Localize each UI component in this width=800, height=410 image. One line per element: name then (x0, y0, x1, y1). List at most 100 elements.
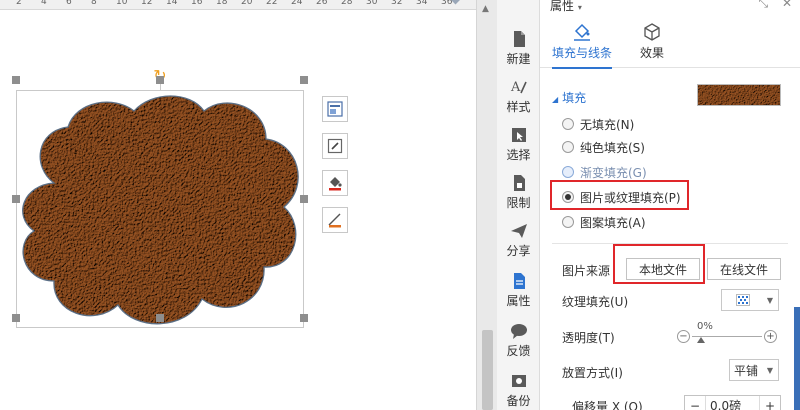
texture-fill-label: 纹理填充(U) (562, 295, 629, 309)
radio-button[interactable] (562, 141, 574, 153)
radio-no-fill[interactable]: 无填充(N) (562, 115, 634, 133)
sidebar-item-style[interactable]: A 样式 (497, 78, 540, 126)
ruler-tick-label: 30 (366, 0, 378, 7)
properties-panel: 属性 ▾ ⤡ ✕ 填充与线条 效果 ◢ 填充 无填充(N) 纯色填充(S) 渐变… (540, 0, 800, 410)
ruler-tick-label: 24 (291, 0, 303, 7)
sidebar-item-share[interactable]: 分享 (497, 222, 540, 270)
ruler-tick-label: 18 (216, 0, 228, 7)
panel-menu-chevron-icon[interactable]: ▾ (578, 3, 582, 12)
slider-knob[interactable] (697, 337, 705, 343)
resize-handle-left[interactable] (12, 195, 20, 203)
ruler-tick-label: 36 (441, 0, 453, 7)
fill-line-icon (574, 23, 590, 41)
resize-handle-bottom-right[interactable] (300, 314, 308, 322)
chevron-down-icon: ▼ (766, 295, 773, 305)
outline-icon[interactable] (322, 207, 348, 233)
backup-icon (511, 375, 526, 387)
share-icon (510, 224, 527, 238)
ruler-tick-label: 20 (241, 0, 253, 7)
close-icon[interactable]: ✕ (782, 0, 792, 10)
ruler-tick-label: 16 (191, 0, 203, 7)
placement-label: 放置方式(I) (562, 366, 623, 380)
horizontal-ruler: 2 4 6 8 10 12 14 16 18 20 22 24 26 28 30 32 34 36 (0, 0, 476, 10)
radio-pattern-fill[interactable]: 图案填充(A) (562, 213, 646, 231)
highlight-box-picture-fill (550, 180, 689, 210)
radio-button[interactable] (562, 166, 574, 178)
shrink-icon[interactable]: ⤡ (759, 0, 769, 10)
sidebar-item-backup[interactable]: 备份 (497, 372, 540, 410)
task-pane-tabs: 新建 A 样式 选择 限制 分享 属性 反馈 备份 (497, 0, 540, 410)
placement-dropdown[interactable]: 平铺 ▼ (729, 359, 779, 381)
sidebar-item-new[interactable]: 新建 (497, 30, 540, 78)
ruler-tick-label: 34 (416, 0, 428, 7)
opacity-decrease-icon[interactable]: − (677, 330, 690, 343)
online-file-button[interactable]: 在线文件 (707, 258, 781, 280)
texture-fill-dropdown[interactable]: ▼ (721, 289, 779, 311)
property-tabs: 填充与线条 效果 (540, 18, 800, 69)
fill-preview-swatch (697, 84, 781, 106)
vertical-scrollbar[interactable]: ▲ (476, 0, 497, 410)
resize-handle-top-right[interactable] (300, 76, 308, 84)
sidebar-item-select[interactable]: 选择 (497, 126, 540, 174)
radio-solid-fill[interactable]: 纯色填充(S) (562, 138, 645, 156)
resize-handle-bottom-left[interactable] (12, 314, 20, 322)
offset-x-label: 偏移量 X (O) (572, 400, 643, 410)
new-file-icon (513, 31, 525, 47)
edit-shape-icon[interactable] (322, 133, 348, 159)
ruler-tick-label: 26 (316, 0, 328, 7)
fill-bucket-icon[interactable] (322, 170, 348, 196)
ruler-tick-label: 8 (91, 0, 97, 7)
fill-section-header[interactable]: ◢ 填充 (552, 89, 586, 106)
effect-cube-icon (644, 23, 660, 41)
panel-controls: ⤡ ✕ (759, 0, 793, 11)
scroll-up-icon[interactable]: ▲ (482, 4, 489, 14)
sidebar-item-properties[interactable]: 属性 (497, 272, 540, 320)
ruler-tick-label: 28 (341, 0, 353, 7)
resize-handle-bottom[interactable] (156, 314, 164, 322)
chevron-down-icon: ▼ (766, 365, 773, 375)
ruler-tick-label: 32 (391, 0, 403, 7)
offset-x-stepper[interactable]: − 0.0磅 + (684, 395, 781, 410)
resize-handle-right[interactable] (300, 195, 308, 203)
document-canvas[interactable]: ↻ (0, 10, 476, 410)
floating-toolbar (322, 96, 348, 244)
opacity-label: 透明度(T) (562, 331, 615, 345)
ruler-tick-label: 6 (66, 0, 72, 7)
opacity-slider[interactable]: − 0% + (677, 321, 777, 346)
offset-x-value[interactable]: 0.0磅 (705, 396, 760, 410)
ruler-tick-label: 22 (266, 0, 278, 7)
svg-text:A: A (510, 80, 521, 95)
tab-fill-and-line[interactable]: 填充与线条 (546, 18, 618, 69)
radio-button[interactable] (562, 216, 574, 228)
radio-gradient-fill[interactable]: 渐变填充(G) (562, 163, 647, 181)
ruler-tick-label: 2 (16, 0, 22, 7)
resize-handle-top[interactable] (156, 76, 164, 84)
offset-increase-button[interactable]: + (760, 399, 780, 410)
panel-title[interactable]: 属性 ▾ (550, 0, 582, 14)
collapse-triangle-icon: ◢ (552, 95, 559, 104)
properties-icon (513, 273, 525, 289)
offset-decrease-button[interactable]: − (685, 399, 705, 410)
selection-box (16, 90, 304, 328)
select-icon (511, 128, 526, 142)
ruler-tick-label: 4 (41, 0, 47, 7)
layout-icon[interactable] (322, 96, 348, 122)
tab-effects[interactable]: 效果 (630, 18, 674, 68)
ruler-tick-label: 10 (116, 0, 128, 7)
sidebar-item-restrict[interactable]: 限制 (497, 174, 540, 222)
sidebar-item-feedback[interactable]: 反馈 (497, 322, 540, 370)
ruler-tick-label: 14 (166, 0, 178, 7)
radio-button[interactable] (562, 118, 574, 130)
style-icon: A (510, 80, 527, 95)
picture-source-label: 图片来源 (562, 264, 611, 278)
resize-handle-top-left[interactable] (12, 76, 20, 84)
highlight-box-local-file (613, 244, 705, 284)
texture-pattern-icon (736, 294, 750, 306)
feedback-icon (510, 324, 527, 339)
edge-accent-strip (794, 307, 800, 410)
scroll-thumb[interactable] (482, 330, 493, 410)
opacity-value: 0% (697, 321, 713, 332)
ruler-tick-label: 12 (141, 0, 153, 7)
restrict-icon (513, 175, 525, 191)
opacity-increase-icon[interactable]: + (764, 330, 777, 343)
